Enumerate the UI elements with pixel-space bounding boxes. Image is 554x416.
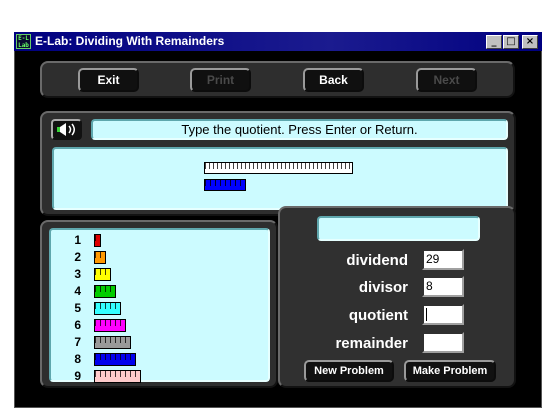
next-button[interactable]: Next [416, 68, 477, 92]
speaker-button[interactable] [51, 119, 82, 140]
make-problem-button[interactable]: Make Problem [404, 360, 496, 382]
rod-number-1: 1 [74, 233, 81, 247]
dividend-field[interactable]: 29 [422, 249, 464, 270]
rod-6[interactable] [94, 319, 126, 332]
remainder-input[interactable] [422, 332, 464, 353]
title-bar[interactable]: E-L Lab E-Lab: Dividing With Remainders … [14, 32, 542, 51]
rod-number-5: 5 [74, 301, 81, 315]
rod-5[interactable] [94, 302, 121, 315]
feedback-box [317, 216, 480, 241]
rod-number-2: 2 [74, 250, 81, 264]
dividend-label: dividend [346, 252, 408, 269]
close-button[interactable]: × [522, 35, 538, 49]
window-title: E-Lab: Dividing With Remainders [35, 34, 225, 48]
minimize-button[interactable]: _ [486, 35, 502, 49]
rod-3[interactable] [94, 268, 111, 281]
rod-1[interactable] [94, 234, 101, 247]
instruction-bar: Type the quotient. Press Enter or Return… [91, 119, 508, 140]
rod-number-7: 7 [74, 335, 81, 349]
rod-workspace [52, 147, 508, 210]
divisor-field[interactable]: 8 [422, 276, 464, 297]
dividend-rod [204, 162, 353, 174]
quotient-input[interactable] [422, 304, 464, 325]
answer-panel: dividend 29 divisor 8 quotient remainder… [278, 206, 516, 388]
rod-7[interactable] [94, 336, 131, 349]
rod-8[interactable] [94, 353, 136, 366]
speaker-icon [57, 123, 75, 136]
workspace-panel: Type the quotient. Press Enter or Return… [40, 111, 516, 216]
desktop-edge [0, 0, 14, 416]
exit-button[interactable]: Exit [78, 68, 139, 92]
rod-palette: 1 2 3 4 5 6 7 8 9 [49, 228, 270, 383]
back-button[interactable]: Back [303, 68, 364, 92]
rod-number-3: 3 [74, 267, 81, 281]
rod-number-4: 4 [74, 284, 81, 298]
rod-4[interactable] [94, 285, 116, 298]
maximize-button[interactable]: □ [503, 35, 519, 49]
rod-number-8: 8 [74, 352, 81, 366]
rod-palette-panel: 1 2 3 4 5 6 7 8 9 [40, 220, 278, 388]
toolbar-panel: Exit Print Back Next [40, 61, 515, 98]
app-logo-text-bottom: Lab [18, 42, 29, 49]
rod-9[interactable] [94, 370, 141, 383]
divisor-rod [204, 179, 246, 191]
remainder-label: remainder [335, 335, 408, 352]
app-logo-icon: E-L Lab [16, 34, 31, 49]
rod-number-9: 9 [74, 369, 81, 383]
app-logo-text-top: E-L [18, 35, 29, 42]
text-cursor [426, 308, 427, 322]
divisor-label: divisor [358, 279, 408, 296]
new-problem-button[interactable]: New Problem [304, 360, 394, 382]
rod-2[interactable] [94, 251, 106, 264]
quotient-label: quotient [348, 307, 408, 324]
rod-number-6: 6 [74, 318, 81, 332]
print-button[interactable]: Print [190, 68, 251, 92]
